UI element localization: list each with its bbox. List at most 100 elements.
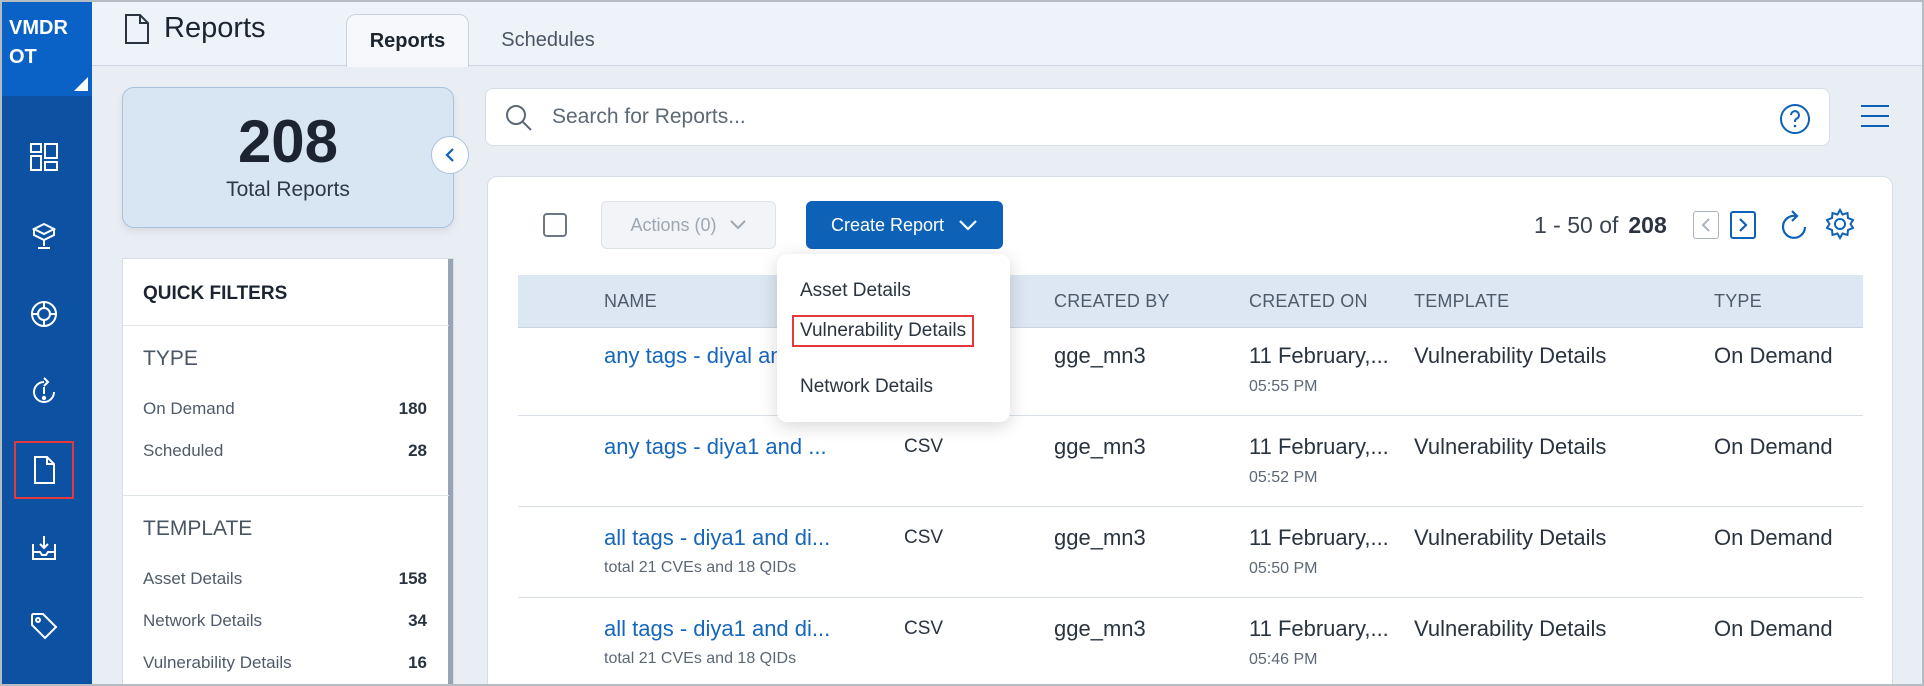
chevron-down-icon (729, 220, 746, 230)
create-report-dropdown: Asset Details Vulnerability Details Netw… (777, 254, 1010, 422)
tag-icon[interactable] (14, 597, 74, 655)
pagination-total: 208 (1628, 212, 1667, 238)
reports-icon[interactable] (14, 441, 74, 499)
dashboard-icon[interactable] (14, 128, 74, 186)
quick-filters-scrollbar[interactable] (448, 259, 453, 686)
chevron-right-icon (1739, 218, 1748, 232)
created-on-time-cell: 05:52 PM (1249, 469, 1318, 486)
filter-item-label: Vulnerability Details (143, 653, 292, 672)
reports-panel (487, 176, 1893, 686)
report-name-link[interactable]: all tags - diya1 and di... (604, 616, 830, 642)
format-cell: CSV (904, 436, 944, 457)
column-header-name[interactable]: NAME (604, 291, 657, 312)
actions-button[interactable]: Actions (0) (601, 201, 776, 249)
filter-item-count: 180 (398, 399, 427, 418)
column-header-type[interactable]: TYPE (1714, 291, 1762, 312)
row-divider (518, 415, 1863, 416)
create-report-label: Create Report (830, 214, 945, 235)
quick-filters-panel: QUICK FILTERS TYPE On Demand 180 Schedul… (122, 258, 454, 686)
app-switcher-corner-icon (74, 77, 88, 91)
report-description: total 21 CVEs and 18 QIDs (604, 559, 797, 576)
filter-section-template: TEMPLATE (143, 517, 253, 540)
filter-item-vulnerability-details[interactable]: Vulnerability Details 16 (143, 653, 427, 673)
create-report-button[interactable]: Create Report (806, 201, 1003, 249)
filter-item-scheduled[interactable]: Scheduled 28 (143, 441, 427, 461)
search-icon (506, 105, 532, 131)
help-icon[interactable] (1779, 103, 1811, 135)
settings-gear-icon[interactable] (1824, 208, 1856, 240)
created-by-cell: gge_mn3 (1054, 343, 1146, 368)
total-reports-count: 208 (237, 108, 339, 175)
table-header (518, 275, 1863, 328)
filter-item-asset-details[interactable]: Asset Details 158 (143, 569, 427, 589)
previous-page-button[interactable] (1693, 211, 1719, 239)
created-by-cell: gge_mn3 (1054, 616, 1146, 641)
pagination-summary: 1 - 50 of 208 (1534, 212, 1667, 239)
total-reports-label: Total Reports (226, 178, 350, 201)
brand-line-2: OT (9, 46, 37, 68)
filter-item-count: 158 (398, 569, 427, 588)
page-title-text: Reports (164, 12, 266, 44)
next-page-button[interactable] (1730, 211, 1756, 239)
format-cell: CSV (904, 618, 944, 639)
page-title-document-icon (125, 13, 149, 44)
quick-filters-title: QUICK FILTERS (143, 283, 288, 304)
brand-line-1: VMDR (9, 17, 68, 39)
created-on-time-cell: 05:55 PM (1249, 378, 1318, 395)
format-cell: CSV (904, 527, 944, 548)
column-header-template[interactable]: TEMPLATE (1414, 291, 1509, 312)
dropdown-item-network-details[interactable]: Network Details (800, 376, 933, 398)
hamburger-menu-icon[interactable] (1860, 104, 1890, 128)
page-title: Reports (124, 12, 266, 45)
created-on-date-cell: 11 February,... (1249, 434, 1389, 459)
sidebar: VMDR OT (0, 0, 92, 686)
inbox-icon[interactable] (14, 519, 74, 577)
filter-item-network-details[interactable]: Network Details 34 (143, 611, 427, 631)
dropdown-item-asset-details[interactable]: Asset Details (800, 280, 911, 302)
filter-item-on-demand[interactable]: On Demand 180 (143, 399, 427, 419)
divider (123, 495, 449, 496)
filter-item-label: On Demand (143, 399, 235, 418)
template-cell: Vulnerability Details (1414, 525, 1607, 550)
search-bar (485, 88, 1830, 146)
total-reports-card: 208 Total Reports (122, 87, 454, 228)
select-all-checkbox[interactable] (543, 213, 567, 237)
chevron-down-icon (959, 220, 977, 231)
created-on-time-cell: 05:46 PM (1249, 651, 1318, 668)
row-divider (518, 506, 1863, 507)
created-on-date-cell: 11 February,... (1249, 616, 1389, 641)
type-cell: On Demand (1714, 343, 1833, 368)
column-header-created-by[interactable]: CREATED BY (1054, 291, 1170, 312)
row-divider (518, 597, 1863, 598)
refresh-icon[interactable] (1778, 208, 1810, 242)
filter-section-type: TYPE (143, 347, 198, 370)
chevron-left-icon (445, 148, 454, 162)
assets-icon[interactable] (14, 207, 74, 265)
template-cell: Vulnerability Details (1414, 434, 1607, 459)
filter-item-label: Asset Details (143, 569, 243, 588)
report-description: total 21 CVEs and 18 QIDs (604, 650, 797, 667)
created-on-date-cell: 11 February,... (1249, 525, 1389, 550)
created-on-date-cell: 11 February,... (1249, 343, 1389, 368)
report-name-link[interactable]: all tags - diya1 and di... (604, 525, 830, 551)
report-name-link[interactable]: any tags - diya1 and ... (604, 434, 827, 460)
created-by-cell: gge_mn3 (1054, 525, 1146, 550)
pagination-range: 1 - 50 of (1534, 212, 1619, 238)
template-cell: Vulnerability Details (1414, 616, 1607, 641)
divider (123, 325, 449, 326)
app-brand[interactable]: VMDR OT (0, 0, 92, 96)
search-input[interactable] (552, 101, 1652, 133)
created-on-time-cell: 05:50 PM (1249, 560, 1318, 577)
created-by-cell: gge_mn3 (1054, 434, 1146, 459)
network-icon[interactable] (14, 285, 74, 343)
dropdown-item-vulnerability-details[interactable]: Vulnerability Details (792, 315, 975, 347)
filter-item-count: 34 (408, 611, 427, 630)
collapse-panel-button[interactable] (431, 136, 469, 174)
type-cell: On Demand (1714, 616, 1833, 641)
template-cell: Vulnerability Details (1414, 343, 1607, 368)
tab-reports[interactable]: Reports (346, 14, 469, 67)
tab-schedules[interactable]: Schedules (478, 14, 618, 67)
column-header-created-on[interactable]: CREATED ON (1249, 291, 1368, 312)
vulnerability-icon[interactable] (14, 363, 74, 421)
filter-item-label: Network Details (143, 611, 263, 630)
